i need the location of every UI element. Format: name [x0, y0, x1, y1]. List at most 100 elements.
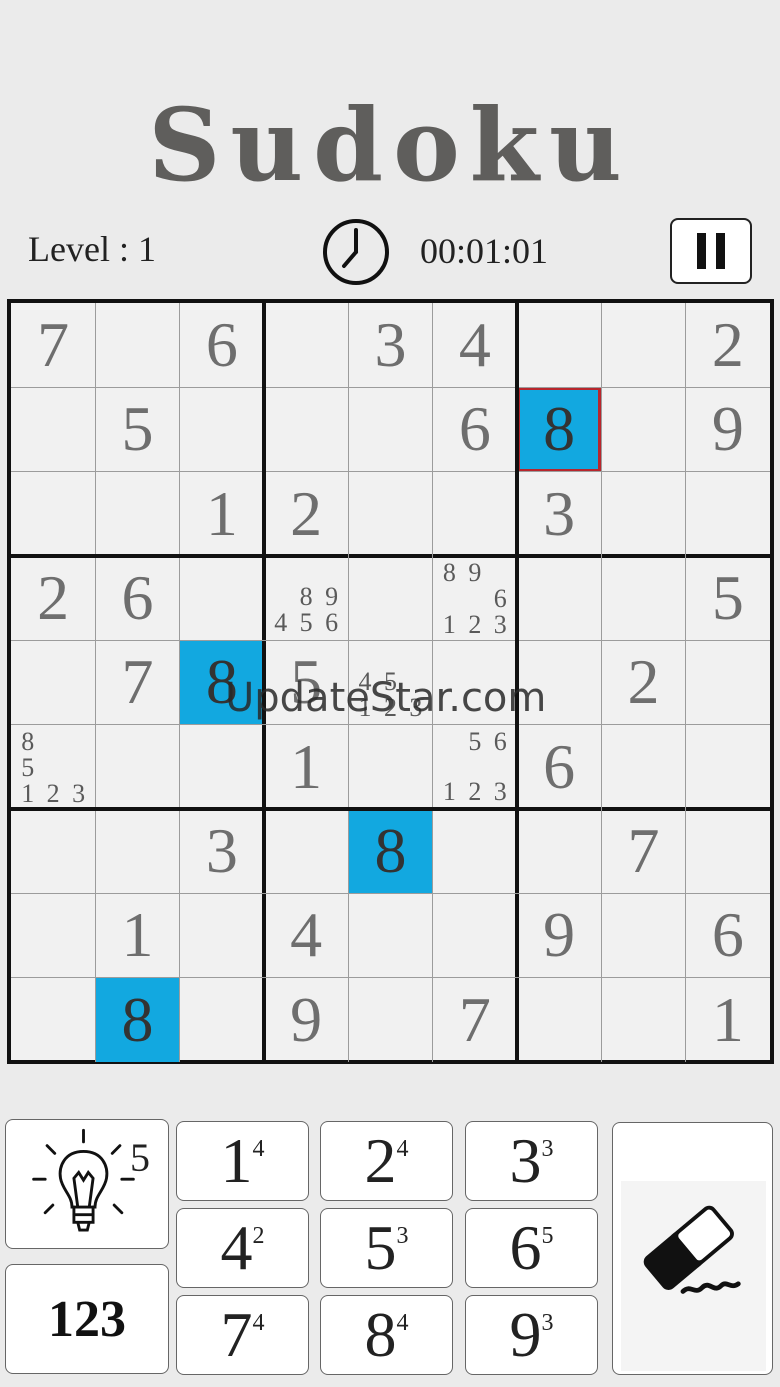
sudoku-cell[interactable]: 2 — [601, 640, 685, 724]
sudoku-cell[interactable] — [11, 640, 95, 724]
number-button-7[interactable]: 74 — [176, 1295, 309, 1375]
sudoku-cell[interactable] — [264, 303, 348, 387]
sudoku-cell[interactable]: 8 — [95, 977, 180, 1062]
sudoku-cell[interactable] — [433, 472, 517, 556]
sudoku-cell[interactable] — [686, 472, 770, 556]
sudoku-cell[interactable]: 6 — [686, 893, 770, 977]
sudoku-cell[interactable] — [517, 556, 601, 640]
sudoku-cell[interactable] — [180, 387, 264, 471]
sudoku-cell[interactable]: 9 — [517, 893, 601, 977]
sudoku-cell[interactable]: 85123 — [11, 725, 95, 809]
sudoku-cell[interactable]: 3 — [517, 472, 601, 556]
sudoku-cell[interactable] — [517, 809, 601, 893]
sudoku-cell[interactable] — [601, 725, 685, 809]
sudoku-cell[interactable] — [433, 640, 517, 724]
sudoku-cell[interactable] — [601, 303, 685, 387]
sudoku-cell[interactable] — [11, 978, 95, 1062]
sudoku-cell[interactable] — [348, 472, 432, 556]
sudoku-cell[interactable] — [433, 893, 517, 977]
number-button-6[interactable]: 65 — [465, 1208, 598, 1288]
hint-button[interactable]: 5 — [5, 1119, 169, 1249]
cell-value: 2 — [37, 562, 70, 634]
sudoku-cell[interactable] — [180, 725, 264, 809]
sudoku-cell[interactable] — [601, 978, 685, 1062]
sudoku-cell[interactable] — [11, 893, 95, 977]
sudoku-cell[interactable] — [517, 303, 601, 387]
sudoku-cell[interactable] — [11, 472, 95, 556]
sudoku-cell[interactable] — [348, 725, 432, 809]
sudoku-cell[interactable]: 1 — [264, 725, 348, 809]
sudoku-cell[interactable]: 6 — [180, 303, 264, 387]
sudoku-cell[interactable]: 2 — [264, 472, 348, 556]
sudoku-cell[interactable] — [601, 472, 685, 556]
sudoku-cell[interactable] — [348, 893, 432, 977]
number-button-8[interactable]: 84 — [320, 1295, 453, 1375]
sudoku-cell[interactable] — [180, 893, 264, 977]
sudoku-cell[interactable]: 4 — [433, 303, 517, 387]
sudoku-cell[interactable]: 5 — [686, 556, 770, 640]
sudoku-cell[interactable] — [348, 556, 432, 640]
sudoku-cell[interactable]: 9 — [264, 978, 348, 1062]
cell-value: 6 — [458, 393, 491, 465]
number-button-2[interactable]: 24 — [320, 1121, 453, 1201]
sudoku-cell[interactable]: 4 — [264, 893, 348, 977]
sudoku-cell[interactable] — [601, 387, 685, 471]
sudoku-cell[interactable]: 8 — [517, 387, 602, 472]
sudoku-cell[interactable]: 1 — [95, 893, 179, 977]
sudoku-cell[interactable] — [264, 809, 348, 893]
sudoku-cell[interactable]: 8 — [348, 809, 433, 894]
sudoku-cell[interactable]: 6 — [433, 387, 517, 471]
sudoku-cell[interactable] — [264, 387, 348, 471]
sudoku-cell[interactable] — [517, 978, 601, 1062]
sudoku-cell[interactable] — [686, 725, 770, 809]
sudoku-cell[interactable]: 6 — [95, 556, 179, 640]
number-button-1[interactable]: 14 — [176, 1121, 309, 1201]
sudoku-cell[interactable]: 5 — [95, 387, 179, 471]
sudoku-cell[interactable] — [180, 556, 264, 640]
sudoku-cell[interactable] — [180, 978, 264, 1062]
number-button-5[interactable]: 53 — [320, 1208, 453, 1288]
sudoku-cell[interactable] — [686, 809, 770, 893]
sudoku-cell[interactable]: 2 — [686, 303, 770, 387]
sudoku-cell[interactable]: 9 — [686, 387, 770, 471]
eraser-button[interactable] — [612, 1122, 773, 1375]
sudoku-cell[interactable]: 8 — [179, 640, 264, 725]
grid-line — [11, 554, 770, 558]
sudoku-cell[interactable]: 3 — [348, 303, 432, 387]
number-digit: 1 — [220, 1125, 253, 1196]
sudoku-cell[interactable]: 7 — [95, 640, 179, 724]
sudoku-cell[interactable]: 7 — [433, 978, 517, 1062]
number-mode-button[interactable]: 123 — [5, 1264, 169, 1374]
sudoku-cell[interactable] — [95, 303, 179, 387]
sudoku-cell[interactable] — [11, 809, 95, 893]
pause-button[interactable] — [670, 218, 752, 284]
sudoku-cell[interactable]: 45123 — [348, 640, 432, 724]
sudoku-cell[interactable] — [348, 978, 432, 1062]
sudoku-cell[interactable] — [601, 893, 685, 977]
sudoku-cell[interactable] — [95, 472, 179, 556]
sudoku-cell[interactable]: 1 — [180, 472, 264, 556]
sudoku-cell[interactable] — [686, 640, 770, 724]
sudoku-cell[interactable]: 3 — [180, 809, 264, 893]
sudoku-cell[interactable] — [601, 556, 685, 640]
sudoku-cell[interactable] — [348, 387, 432, 471]
timer: 00:01:01 — [420, 231, 549, 271]
number-digit: 7 — [220, 1299, 253, 1370]
sudoku-cell[interactable] — [433, 809, 517, 893]
sudoku-cell[interactable] — [11, 387, 95, 471]
sudoku-cell[interactable]: 5 — [264, 640, 348, 724]
sudoku-cell[interactable]: 89 456 — [264, 556, 348, 640]
sudoku-cell[interactable] — [95, 725, 179, 809]
number-button-3[interactable]: 33 — [465, 1121, 598, 1201]
sudoku-cell[interactable]: 7 — [601, 809, 685, 893]
sudoku-cell[interactable]: 7 — [11, 303, 95, 387]
sudoku-cell[interactable] — [95, 809, 179, 893]
sudoku-cell[interactable]: 896 123 — [433, 556, 517, 640]
sudoku-cell[interactable]: 56 123 — [433, 725, 517, 809]
sudoku-cell[interactable]: 2 — [11, 556, 95, 640]
number-button-9[interactable]: 93 — [465, 1295, 598, 1375]
number-button-4[interactable]: 42 — [176, 1208, 309, 1288]
sudoku-cell[interactable]: 1 — [686, 978, 770, 1062]
sudoku-cell[interactable]: 6 — [517, 725, 601, 809]
sudoku-cell[interactable] — [517, 640, 601, 724]
